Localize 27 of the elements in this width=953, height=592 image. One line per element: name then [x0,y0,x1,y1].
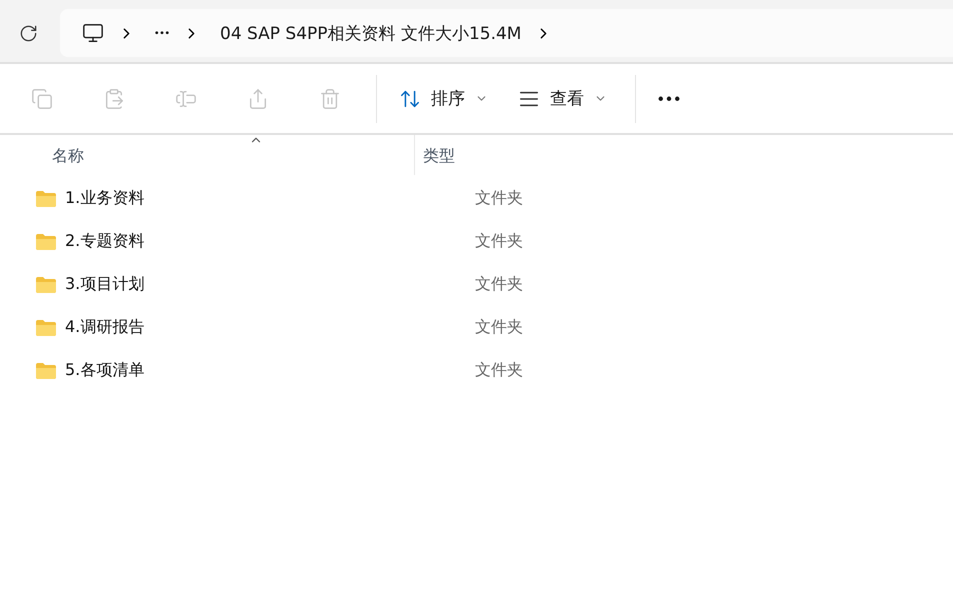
file-name[interactable]: 1.业务资料 [65,188,144,209]
file-name[interactable]: 3.项目计划 [65,274,144,295]
toolbar-menu[interactable]: 排序 [387,79,500,118]
file-type: 文件夹 [475,360,523,381]
folder-icon [35,318,57,336]
delete-icon [319,88,341,110]
folder-icon [35,276,57,294]
more-icon [155,31,169,35]
file-name[interactable]: 5.各项清单 [65,360,144,381]
file-type: 文件夹 [475,274,523,295]
file-type: 文件夹 [475,231,523,252]
file-name[interactable]: 2.专题资料 [65,231,144,252]
column-header[interactable]: 名称 [0,135,414,177]
folder-icon [35,190,57,208]
file-type: 文件夹 [475,317,523,338]
file-type: 文件夹 [475,188,523,209]
monitor-icon [82,22,104,44]
share-icon [247,88,269,110]
clipboard-icon [103,88,125,110]
folder-icon [35,232,57,250]
toolbar-menu[interactable]: 查看 [506,79,619,118]
folder-icon [35,362,57,380]
more-icon [658,96,680,102]
column-header[interactable]: 类型 [415,135,953,177]
refresh-icon [19,24,38,42]
copy-icon [31,88,53,110]
file-name[interactable]: 4.调研报告 [65,317,144,338]
